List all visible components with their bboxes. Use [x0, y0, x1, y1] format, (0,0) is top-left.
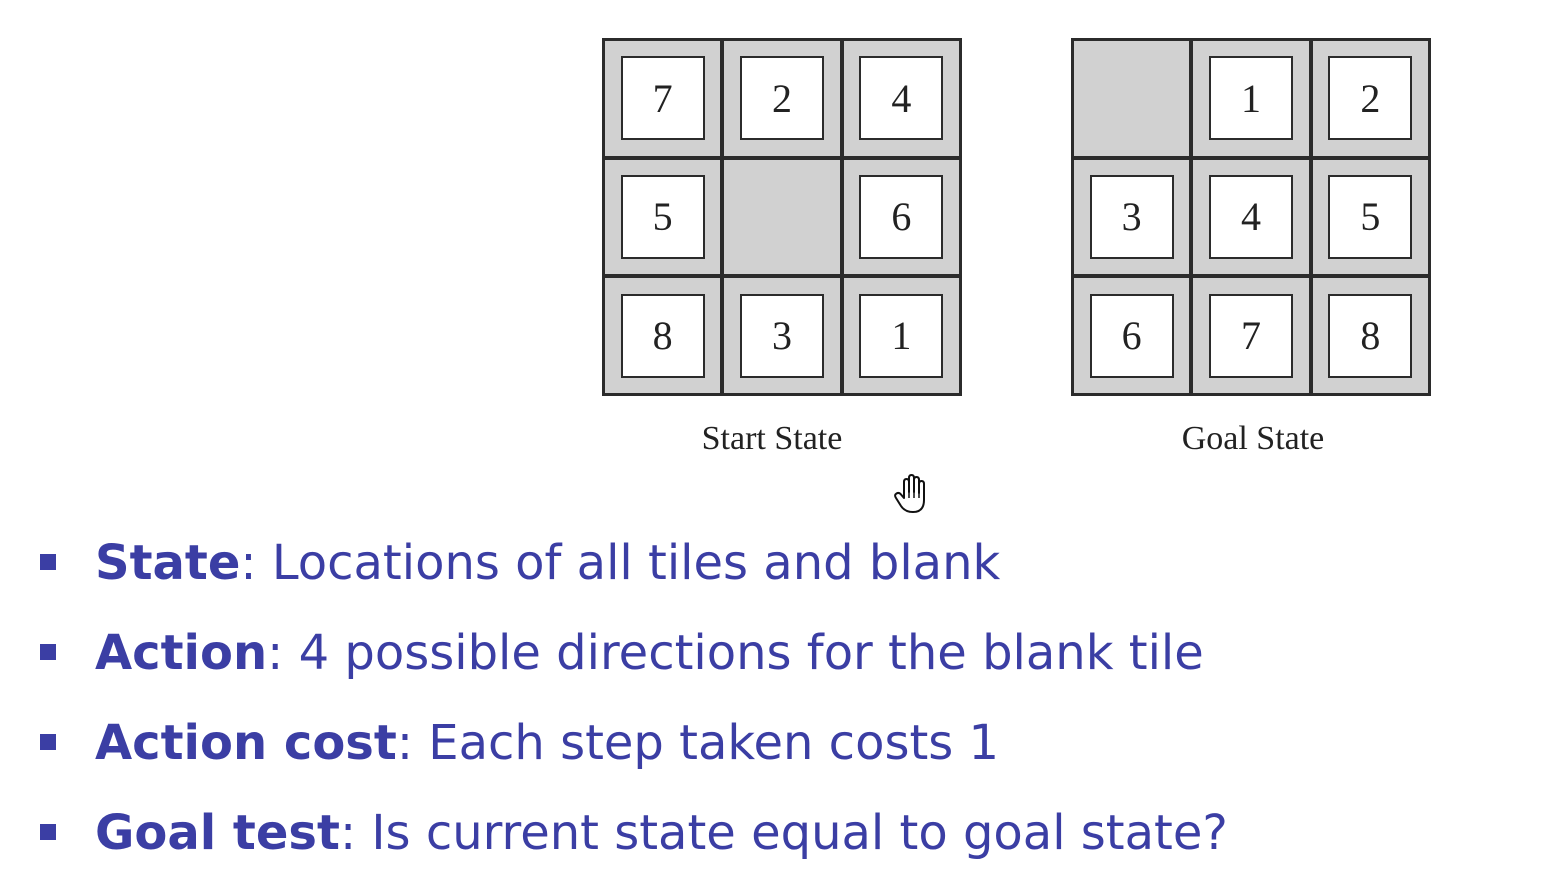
tile: 1 — [1208, 56, 1293, 141]
goal-state-caption: Goal State — [1181, 420, 1325, 457]
separator: : — [267, 625, 299, 681]
term: Action — [95, 625, 268, 681]
board-cell: 6 — [1074, 278, 1190, 393]
definition: Each step taken costs 1 — [428, 715, 1000, 771]
term: State — [95, 535, 241, 591]
board-cell: 7 — [605, 41, 721, 156]
board-cell: 3 — [1074, 159, 1190, 275]
tile: 8 — [620, 293, 705, 378]
separator: : — [240, 535, 272, 591]
board-cell: 1 — [1193, 41, 1309, 156]
board-cell: 8 — [605, 278, 721, 393]
square-bullet-icon — [40, 554, 56, 570]
square-bullet-icon — [40, 824, 56, 840]
tile: 2 — [1328, 56, 1413, 141]
start-state-board: 7 2 4 5 6 8 3 1 — [602, 38, 962, 396]
tile: 7 — [1208, 293, 1293, 378]
tile: 6 — [859, 174, 944, 259]
tile: 6 — [1089, 293, 1174, 378]
board-cell: 1 — [843, 278, 959, 393]
tile: 5 — [620, 174, 705, 259]
tile: 4 — [1208, 174, 1293, 259]
board-cell: 6 — [843, 159, 959, 275]
board-cell: 4 — [1193, 159, 1309, 275]
board-cell: 5 — [605, 159, 721, 275]
definition: 4 possible directions for the blank tile — [298, 625, 1204, 681]
tile: 1 — [859, 293, 944, 378]
board-cell: 4 — [843, 41, 959, 156]
blank-cell — [724, 159, 840, 275]
board-cell: 7 — [1193, 278, 1309, 393]
start-state-caption: Start State — [701, 420, 843, 457]
hand-pointer-icon — [894, 474, 925, 513]
tile: 8 — [1328, 293, 1413, 378]
tile: 5 — [1328, 174, 1413, 259]
board-cell: 2 — [724, 41, 840, 156]
tile: 3 — [739, 293, 824, 378]
definition: Is current state equal to goal state? — [371, 805, 1228, 861]
tile: 2 — [739, 56, 824, 141]
separator: : — [339, 805, 372, 861]
board-cell: 3 — [724, 278, 840, 393]
blank-cell — [1074, 41, 1190, 156]
tile: 4 — [859, 56, 944, 141]
tile: 3 — [1089, 174, 1174, 259]
square-bullet-icon — [40, 734, 56, 750]
tile: 7 — [620, 56, 705, 141]
term: Action cost — [95, 715, 397, 771]
separator: : — [396, 715, 429, 771]
definition: Locations of all tiles and blank — [271, 535, 1001, 591]
goal-state-board: 1 2 3 4 5 6 7 8 — [1071, 38, 1431, 396]
term: Goal test — [95, 805, 340, 861]
board-cell: 8 — [1312, 278, 1428, 393]
board-cell: 5 — [1312, 159, 1428, 275]
square-bullet-icon — [40, 644, 56, 660]
board-cell: 2 — [1312, 41, 1428, 156]
